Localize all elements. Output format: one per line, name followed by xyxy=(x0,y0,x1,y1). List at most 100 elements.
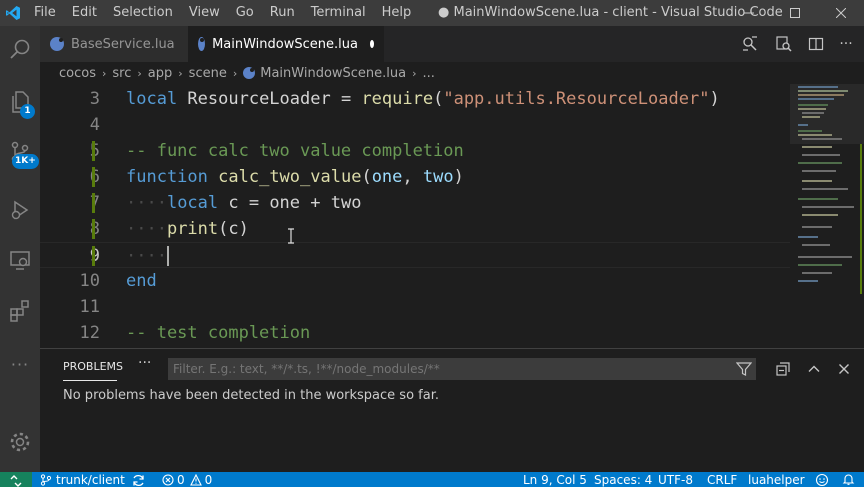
breadcrumb-app[interactable]: app xyxy=(148,66,172,81)
text-cursor xyxy=(166,246,169,266)
code-line-current[interactable]: 9 ···· xyxy=(40,242,790,268)
code-line[interactable]: 10 end xyxy=(40,268,790,294)
line-number: 5 xyxy=(40,138,100,164)
added-line-marker[interactable] xyxy=(92,219,95,239)
code-line[interactable]: 12 -- test completion xyxy=(40,320,790,346)
indentation[interactable]: Spaces: 4 xyxy=(594,472,652,487)
code-line[interactable]: 7 ····local c = one + two xyxy=(40,190,790,216)
tab-main-window-scene[interactable]: MainWindowScene.lua xyxy=(188,26,384,62)
compare-changes-icon xyxy=(743,36,757,51)
code-line[interactable]: 4 xyxy=(40,112,790,138)
activity-explorer[interactable]: 1 xyxy=(0,82,40,122)
menu-view[interactable]: View xyxy=(181,0,228,26)
lua-file-icon xyxy=(50,37,64,51)
find-references-button[interactable] xyxy=(768,26,800,62)
warning-count: 0 xyxy=(204,473,213,487)
menu-help[interactable]: Help xyxy=(374,0,420,26)
title-bar: File Edit Selection View Go Run Terminal… xyxy=(0,0,864,26)
code-text: function calc_two_value(one, two) xyxy=(126,167,464,187)
line-number: 11 xyxy=(79,297,100,317)
activity-source-control[interactable]: 1K+ xyxy=(0,132,40,172)
tab-problems[interactable]: PROBLEMS xyxy=(63,360,123,373)
chevron-right-icon: › xyxy=(232,66,238,80)
code-line[interactable]: 11 xyxy=(40,294,790,320)
chevron-right-icon: › xyxy=(101,66,107,80)
chevron-right-icon: › xyxy=(137,66,142,80)
code-line[interactable]: 3 local ResourceLoader = require("app.ut… xyxy=(40,86,790,112)
branch-indicator[interactable]: trunk/client xyxy=(40,472,125,487)
activity-extensions[interactable] xyxy=(0,290,40,330)
more-actions-button[interactable]: ··· xyxy=(830,26,862,62)
menu-selection[interactable]: Selection xyxy=(105,0,181,26)
remote-explorer-icon xyxy=(10,251,30,270)
breadcrumb-cocos[interactable]: cocos xyxy=(59,66,96,81)
added-line-marker[interactable] xyxy=(92,193,95,213)
code-text: ····print(c) xyxy=(126,219,249,239)
extensions-icon xyxy=(10,300,29,322)
tab-base-service[interactable]: BaseService.lua xyxy=(40,26,188,62)
activity-search[interactable] xyxy=(0,30,40,70)
close-button[interactable] xyxy=(818,0,864,26)
minimap-change-marker xyxy=(860,144,862,294)
added-line-marker[interactable] xyxy=(92,141,95,161)
added-line-marker[interactable] xyxy=(92,246,95,266)
activity-more[interactable]: ··· xyxy=(0,344,40,384)
code-editor[interactable]: 3 local ResourceLoader = require("app.ut… xyxy=(40,84,790,348)
activity-manage[interactable] xyxy=(0,422,40,462)
menu-terminal[interactable]: Terminal xyxy=(303,0,374,26)
code-text: -- func calc two value completion xyxy=(126,141,464,161)
ellipsis-icon: ··· xyxy=(839,36,853,52)
collapse-all-button[interactable] xyxy=(772,358,794,380)
search-icon xyxy=(10,39,30,59)
code-text: end xyxy=(126,271,157,291)
filter-button[interactable] xyxy=(733,358,755,380)
problems-filter-input[interactable] xyxy=(168,358,756,380)
breadcrumb-file[interactable]: MainWindowScene.lua xyxy=(260,66,406,81)
open-changes-button[interactable] xyxy=(734,26,766,62)
sync-button[interactable] xyxy=(132,472,145,487)
line-number: 10 xyxy=(79,271,100,291)
menu-run[interactable]: Run xyxy=(262,0,303,26)
code-line[interactable]: 6 function calc_two_value(one, two) xyxy=(40,164,790,190)
error-icon xyxy=(162,474,174,486)
line-number: 7 xyxy=(40,190,100,216)
encoding[interactable]: UTF-8 xyxy=(658,472,693,487)
line-number: 6 xyxy=(40,164,100,190)
maximize-button[interactable] xyxy=(772,0,818,26)
unsaved-dot-icon[interactable] xyxy=(369,40,374,48)
bottom-panel: PROBLEMS ··· No problems have been detec… xyxy=(40,348,864,472)
minimize-button[interactable] xyxy=(726,0,772,26)
close-panel-button[interactable] xyxy=(833,358,855,380)
panel-more-icon[interactable]: ··· xyxy=(138,355,151,371)
breadcrumb-scene[interactable]: scene xyxy=(189,66,227,81)
lua-file-icon xyxy=(243,67,256,79)
chevron-up-icon xyxy=(808,365,820,372)
code-text: -- test completion xyxy=(126,323,311,343)
menu-edit[interactable]: Edit xyxy=(64,0,105,26)
split-editor-button[interactable] xyxy=(800,26,832,62)
feedback-button[interactable] xyxy=(815,472,829,487)
extensions-count-badge: 1K+ xyxy=(12,154,39,169)
added-line-marker[interactable] xyxy=(92,167,95,187)
problems-indicator[interactable]: 0 0 xyxy=(162,472,212,487)
code-text: local ResourceLoader = require("app.util… xyxy=(126,89,720,109)
remote-indicator[interactable] xyxy=(0,472,32,487)
mouse-ibeam-icon xyxy=(287,228,297,244)
menu-file[interactable]: File xyxy=(26,0,64,26)
code-line[interactable]: 5 -- func calc two value completion xyxy=(40,138,790,164)
lua-file-icon xyxy=(198,37,206,51)
cursor-position[interactable]: Ln 9, Col 5 xyxy=(523,472,587,487)
menu-go[interactable]: Go xyxy=(228,0,262,26)
line-number: 8 xyxy=(40,216,100,242)
breadcrumb-src[interactable]: src xyxy=(112,66,131,81)
maximize-panel-button[interactable] xyxy=(803,358,825,380)
activity-run-debug[interactable] xyxy=(0,190,40,230)
end-of-line[interactable]: CRLF xyxy=(707,472,737,487)
language-mode[interactable]: luahelper xyxy=(748,472,805,487)
activity-remote-explorer[interactable] xyxy=(0,240,40,280)
notifications-button[interactable] xyxy=(842,472,855,487)
breadcrumb-symbol[interactable]: ... xyxy=(423,66,435,81)
minimap[interactable] xyxy=(790,84,864,348)
code-line[interactable]: 8 ····print(c) xyxy=(40,216,790,242)
split-editor-icon xyxy=(808,37,824,51)
